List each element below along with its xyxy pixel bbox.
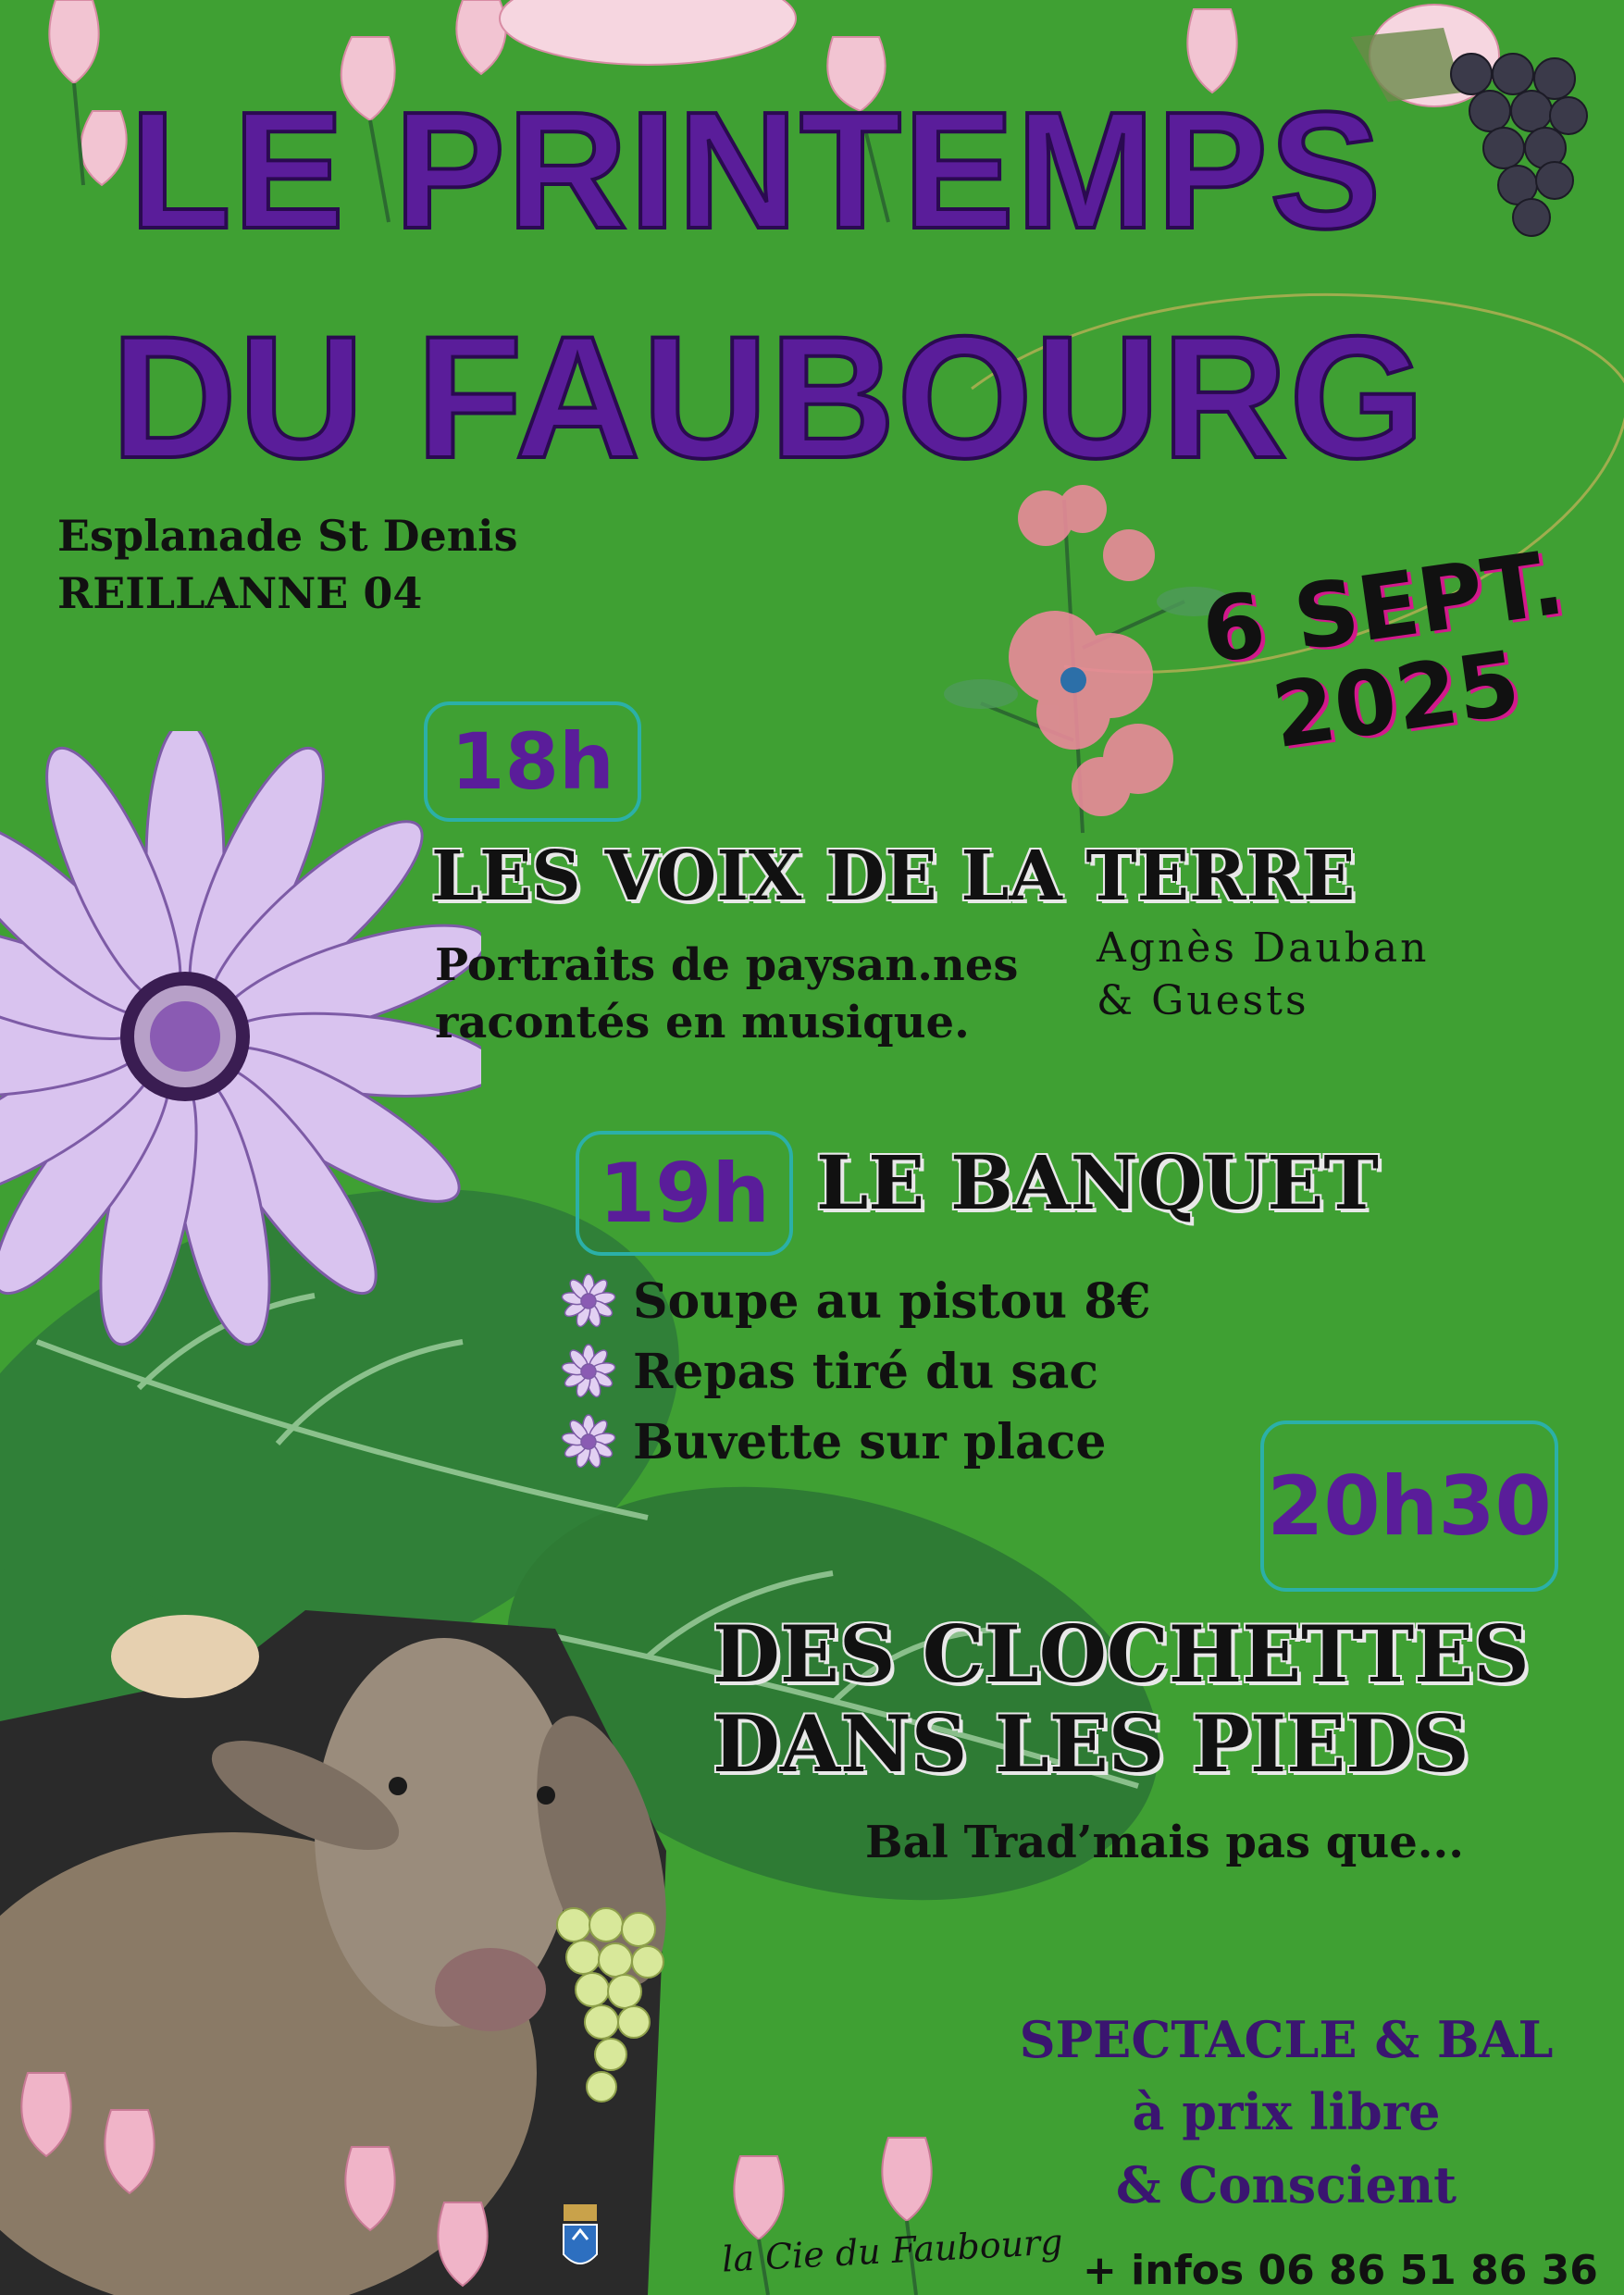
daisy-bullet-icon <box>561 1273 616 1328</box>
pricing-line3: & Conscient <box>1115 2154 1457 2214</box>
event-description-voix: Portraits de paysan.nes racontés en musi… <box>435 937 1018 1052</box>
pricing-line2: à prix libre <box>1132 2082 1441 2142</box>
artist-guests: & Guests <box>1097 977 1309 1025</box>
venue-town: REILLANNE 04 <box>57 568 423 619</box>
event-title-clochettes: DES CLOCHETTES DANS LES PIEDS <box>713 1608 1530 1790</box>
lavender-daisy-illustration <box>0 731 481 1346</box>
list-item: Repas tiré du sac <box>561 1336 1151 1407</box>
event-title-voix-de-la-terre: LES VOIX DE LA TERRE <box>431 837 1356 916</box>
event-title-line1: LE PRINTEMPS <box>128 78 1383 264</box>
time-badge-20h30: 20h30 <box>1260 1420 1558 1592</box>
time-badge-19h: 19h <box>576 1131 793 1256</box>
daisy-bullet-icon <box>561 1414 616 1469</box>
event-description-line2: racontés en musique. <box>435 997 970 1049</box>
artist-name: Agnès Dauban <box>1097 924 1430 972</box>
list-item: Buvette sur place <box>561 1407 1151 1477</box>
banquet-menu-list: Soupe au pistou 8€ Repas tiré du sac Buv… <box>561 1266 1151 1477</box>
time-badge-18h: 18h <box>424 701 641 822</box>
event-title-line2: DU FAUBOURG <box>109 300 1427 494</box>
venue-address: Esplanade St Denis REILLANNE 04 <box>57 507 518 622</box>
event-artist-voix: Agnès Dauban & Guests <box>1097 922 1429 1027</box>
list-item: Soupe au pistou 8€ <box>561 1266 1151 1336</box>
pricing-line1: SPECTACLE & BAL <box>1019 2010 1554 2069</box>
event-title-clochettes-line2: DANS LES PIEDS <box>713 1697 1469 1790</box>
event-description-line1: Portraits de paysan.nes <box>435 939 1019 991</box>
venue-place: Esplanade St Denis <box>57 511 518 561</box>
menu-item-label: Soupe au pistou 8€ <box>633 1272 1151 1330</box>
pricing-note: SPECTACLE & BAL à prix libre & Conscient <box>981 2003 1592 2221</box>
menu-item-label: Buvette sur place <box>633 1413 1107 1470</box>
coat-of-arms-icon <box>563 2204 598 2264</box>
menu-item-label: Repas tiré du sac <box>633 1343 1098 1400</box>
sheep-illustration <box>0 1610 666 2295</box>
daisy-bullet-icon <box>561 1344 616 1398</box>
event-title-clochettes-line1: DES CLOCHETTES <box>713 1608 1530 1700</box>
event-title-le-banquet: LE BANQUET <box>816 1139 1379 1226</box>
event-subtitle-bal: Bal Trad’mais pas que... <box>865 1817 1464 1868</box>
contact-phone: + infos 06 86 51 86 36 <box>1083 2247 1598 2294</box>
